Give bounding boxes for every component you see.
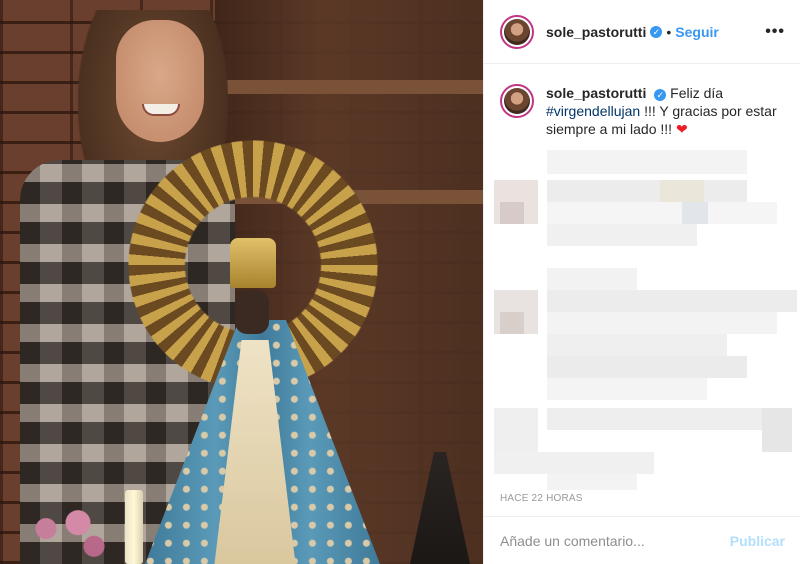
verified-badge-icon: ✓ [650,25,663,38]
pixel-block [547,150,747,174]
pixel-block [682,202,708,224]
pixel-block [762,408,792,452]
header-username[interactable]: sole_pastorutti [546,24,646,40]
caption-text-before: Feliz día [670,85,724,101]
heart-emoji-icon: ❤ [675,121,688,137]
pixel-block [547,334,727,356]
pixel-block [547,312,777,334]
caption: sole_pastorutti ✓ Feliz día #virgendellu… [500,84,790,138]
pixel-block [500,202,524,224]
statue-crown [230,238,276,288]
caption-username[interactable]: sole_pastorutti [546,85,646,101]
post-header: sole_pastorutti ✓ • Seguir ••• [484,0,800,64]
pink-flowers [30,505,110,564]
avatar[interactable] [500,14,534,49]
person-face [116,20,204,142]
follow-button[interactable]: Seguir [675,24,719,40]
more-options-icon[interactable]: ••• [765,23,785,41]
avatar-image [504,18,530,45]
shelf-board [215,80,483,94]
pixel-block [494,408,538,452]
post-timestamp[interactable]: HACE 22 HORAS [500,493,583,504]
pixel-block [547,378,707,400]
post-photo[interactable] [0,0,483,564]
statue-face [235,290,269,334]
avatar-image [504,88,530,114]
post-side-panel: sole_pastorutti ✓ • Seguir ••• sole_past… [483,0,800,564]
pixel-block [494,452,654,474]
caption-avatar[interactable] [500,84,534,118]
person-smile [142,104,180,116]
pixel-block [547,290,797,312]
publish-button[interactable]: Publicar [730,533,785,549]
pixel-block [660,180,704,202]
pixel-block [547,180,747,202]
pixel-block [547,356,747,378]
pixelated-comments [492,150,797,490]
verified-badge-icon: ✓ [654,89,667,101]
candle [125,490,143,564]
comment-input[interactable] [500,532,730,549]
pixel-block [500,312,524,334]
comment-bar: Publicar [484,516,800,564]
pixel-block [547,268,637,290]
separator-dot: • [666,23,672,40]
caption-text: sole_pastorutti ✓ Feliz día #virgendellu… [546,84,790,138]
pixel-block [547,224,697,246]
pixel-block [547,474,637,490]
pixel-block [547,408,792,430]
pixel-block [547,202,777,224]
hashtag-link[interactable]: #virgendellujan [546,103,640,119]
